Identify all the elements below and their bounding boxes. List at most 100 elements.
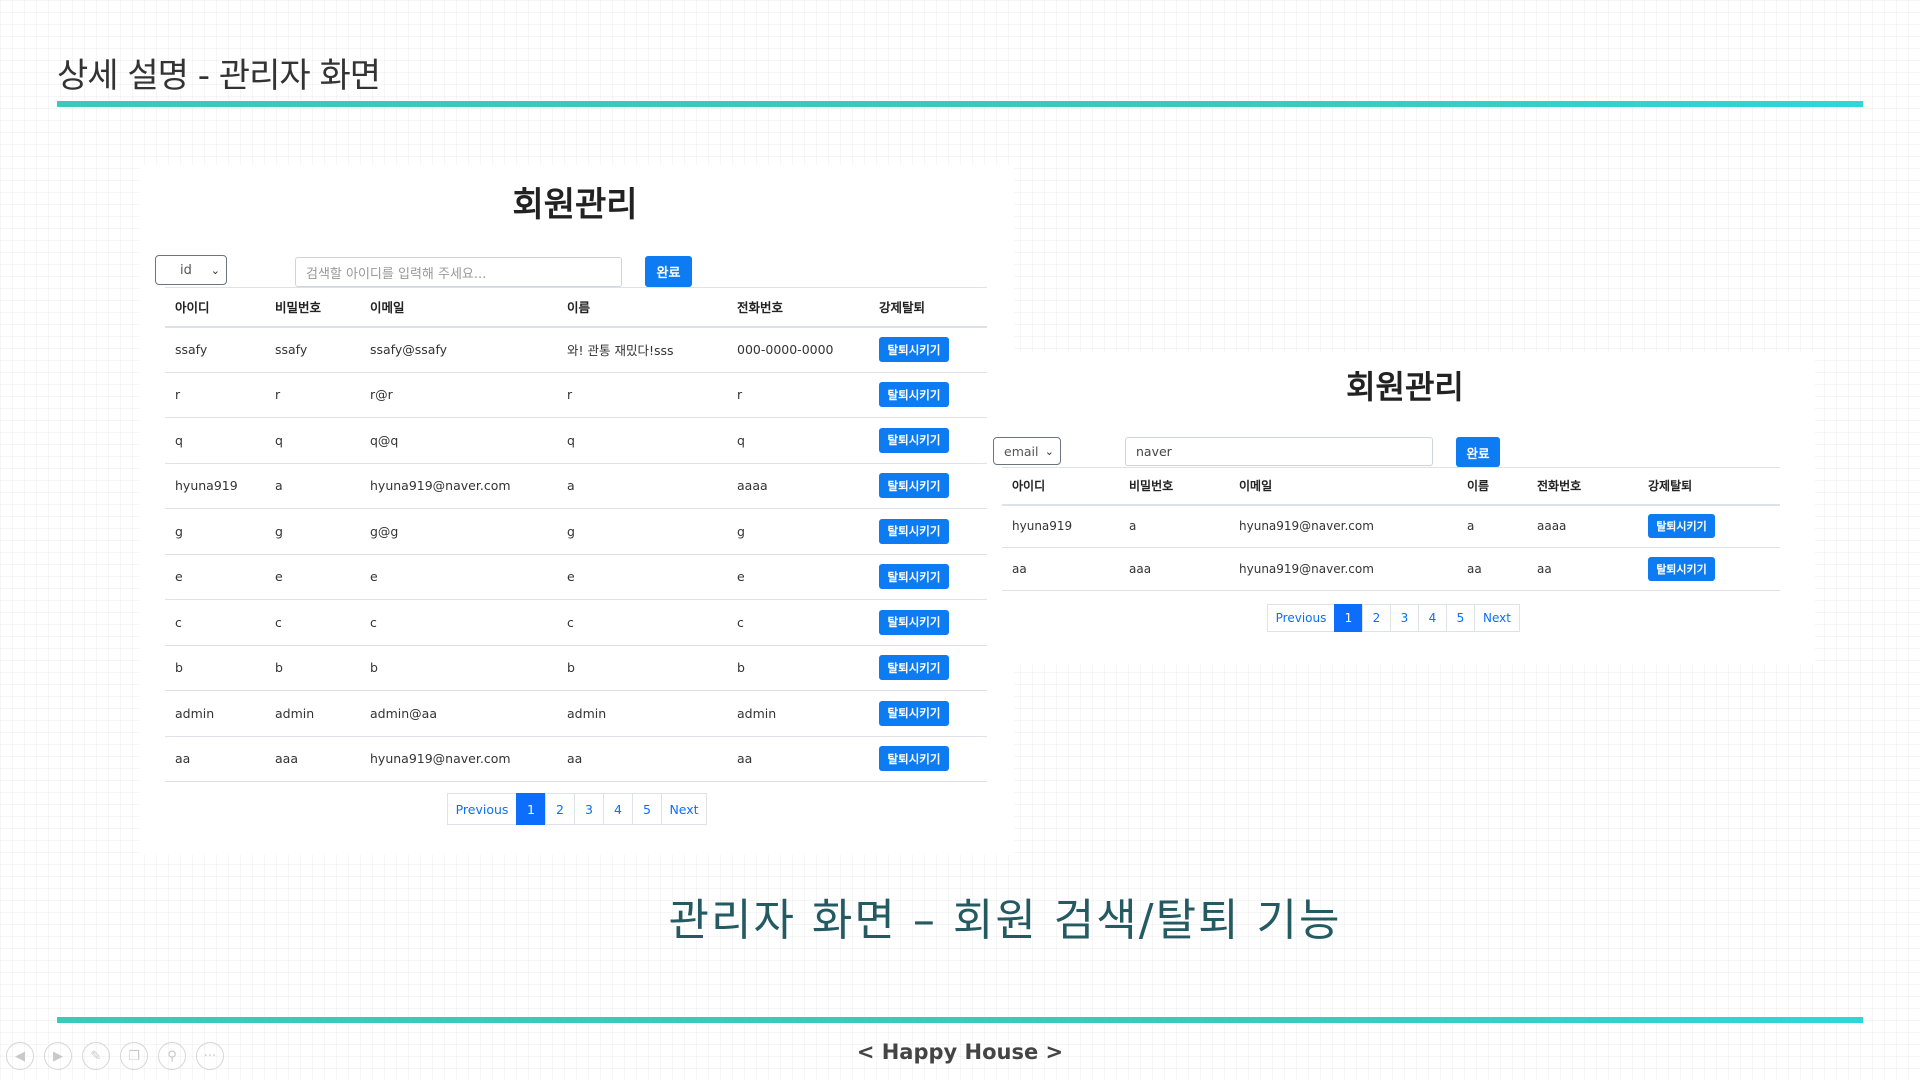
cell-name: admin [557, 690, 727, 737]
cell-action: 탈퇴시키기 [869, 599, 987, 646]
next-slide-icon[interactable]: ▶ [44, 1042, 72, 1070]
panel-title: 회원관리 [512, 185, 638, 225]
member-table: 아이디 비밀번호 이메일 이름 전화번호 강제탈퇴 hyuna919 a hyu… [1002, 467, 1780, 591]
column-header: 강제탈퇴 [1638, 467, 1780, 506]
cell-name: r [557, 372, 727, 418]
kick-member-button[interactable]: 탈퇴시키기 [879, 655, 949, 681]
page-3[interactable]: 3 [574, 793, 604, 825]
presentation-toolbar: ◀ ▶ ✎ ❐ ⚲ ··· [6, 1042, 224, 1070]
cell-action: 탈퇴시키기 [869, 463, 987, 509]
table-row: ssafy ssafy ssafy@ssafy 와! 관통 재밌다!sss 00… [165, 326, 987, 373]
search-type-select[interactable]: email ⌄ [993, 437, 1061, 465]
more-icon[interactable]: ··· [196, 1042, 224, 1070]
page-2[interactable]: 2 [545, 793, 575, 825]
search-input[interactable]: 검색할 아이디를 입력해 주세요... [295, 257, 622, 287]
search-submit-button[interactable]: 완료 [1456, 437, 1500, 467]
page-3[interactable]: 3 [1390, 604, 1419, 632]
page-4[interactable]: 4 [1418, 604, 1447, 632]
cell-password: aaa [265, 736, 360, 782]
kick-member-button[interactable]: 탈퇴시키기 [879, 382, 949, 408]
panel-title: 회원관리 [1346, 368, 1464, 406]
member-management-panel-search: 회원관리 email ⌄ naver 완료 아이디 비밀번호 이메일 이름 전화… [990, 352, 1815, 664]
page-2[interactable]: 2 [1362, 604, 1391, 632]
page-1[interactable]: 1 [516, 793, 546, 825]
cell-id: aa [165, 736, 265, 782]
cell-phone: 000-0000-0000 [727, 326, 869, 373]
search-input[interactable]: naver [1125, 437, 1433, 466]
cell-name: aa [1457, 547, 1527, 591]
cell-password: b [265, 645, 360, 691]
slide-footer: < Happy House > [856, 1040, 1064, 1064]
cell-id: admin [165, 690, 265, 737]
page-5[interactable]: 5 [1446, 604, 1475, 632]
cell-email: admin@aa [360, 690, 557, 737]
zoom-icon[interactable]: ⚲ [158, 1042, 186, 1070]
cell-name: c [557, 599, 727, 646]
kick-member-button[interactable]: 탈퇴시키기 [879, 473, 949, 499]
column-header: 비밀번호 [1119, 467, 1229, 506]
cell-name: q [557, 417, 727, 464]
cell-password: admin [265, 690, 360, 737]
kick-member-button[interactable]: 탈퇴시키기 [879, 700, 949, 726]
kick-member-button[interactable]: 탈퇴시키기 [879, 746, 949, 772]
kick-member-button[interactable]: 탈퇴시키기 [879, 564, 949, 590]
table-row: r r r@r r r 탈퇴시키기 [165, 372, 987, 418]
cell-phone: aaaa [1527, 504, 1638, 548]
search-submit-button[interactable]: 완료 [645, 256, 692, 287]
cell-id: aa [1002, 547, 1119, 591]
cell-name: a [557, 463, 727, 509]
cell-phone: g [727, 508, 869, 555]
table-row: e e e e e 탈퇴시키기 [165, 554, 987, 600]
page-1[interactable]: 1 [1334, 604, 1363, 632]
cell-password: a [265, 463, 360, 509]
cell-phone: r [727, 372, 869, 418]
table-row: admin admin admin@aa admin admin 탈퇴시키기 [165, 690, 987, 737]
cell-id: hyuna919 [165, 463, 265, 509]
kick-member-button[interactable]: 탈퇴시키기 [1648, 514, 1715, 539]
cell-name: aa [557, 736, 727, 782]
cell-password: g [265, 508, 360, 555]
kick-member-button[interactable]: 탈퇴시키기 [879, 609, 949, 635]
table-header-row: 아이디 비밀번호 이메일 이름 전화번호 강제탈퇴 [1002, 467, 1780, 506]
column-header: 아이디 [165, 287, 265, 328]
kick-member-button[interactable]: 탈퇴시키기 [1648, 557, 1715, 581]
page-4[interactable]: 4 [603, 793, 633, 825]
kick-member-button[interactable]: 탈퇴시키기 [879, 427, 949, 453]
cell-id: hyuna919 [1002, 504, 1119, 548]
page-next[interactable]: Next [1474, 604, 1520, 632]
cell-phone: aa [727, 736, 869, 782]
page-previous[interactable]: Previous [447, 793, 517, 825]
cell-phone: b [727, 645, 869, 691]
bottom-divider [57, 1017, 1863, 1023]
pen-icon[interactable]: ✎ [82, 1042, 110, 1070]
search-type-select[interactable]: id ⌄ [155, 255, 227, 285]
cell-password: e [265, 554, 360, 600]
page-previous[interactable]: Previous [1267, 604, 1335, 632]
cell-email: r@r [360, 372, 557, 418]
cell-action: 탈퇴시키기 [869, 736, 987, 782]
page-next[interactable]: Next [661, 793, 707, 825]
pagination: Previous 1 2 3 4 5 Next [447, 793, 707, 825]
kick-member-button[interactable]: 탈퇴시키기 [879, 337, 949, 362]
cell-email: c [360, 599, 557, 646]
top-divider [57, 101, 1863, 107]
table-row: hyuna919 a hyuna919@naver.com a aaaa 탈퇴시… [1002, 504, 1780, 548]
cell-email: q@q [360, 417, 557, 464]
cell-id: e [165, 554, 265, 600]
slide-caption: 관리자 화면 – 회원 검색/탈퇴 기능 [668, 895, 1342, 946]
prev-slide-icon[interactable]: ◀ [6, 1042, 34, 1070]
table-row: c c c c c 탈퇴시키기 [165, 599, 987, 646]
cell-action: 탈퇴시키기 [869, 326, 987, 373]
cell-action: 탈퇴시키기 [869, 690, 987, 737]
column-header: 비밀번호 [265, 287, 360, 328]
pagination: Previous 1 2 3 4 5 Next [1267, 604, 1520, 632]
cell-name: b [557, 645, 727, 691]
cell-action: 탈퇴시키기 [869, 508, 987, 555]
cell-password: ssafy [265, 326, 360, 373]
slides-overview-icon[interactable]: ❐ [120, 1042, 148, 1070]
cell-password: r [265, 372, 360, 418]
member-management-panel-full: 회원관리 id ⌄ 검색할 아이디를 입력해 주세요... 완료 아이디 비밀번… [140, 165, 1014, 855]
cell-phone: aa [1527, 547, 1638, 591]
kick-member-button[interactable]: 탈퇴시키기 [879, 518, 949, 544]
page-5[interactable]: 5 [632, 793, 662, 825]
